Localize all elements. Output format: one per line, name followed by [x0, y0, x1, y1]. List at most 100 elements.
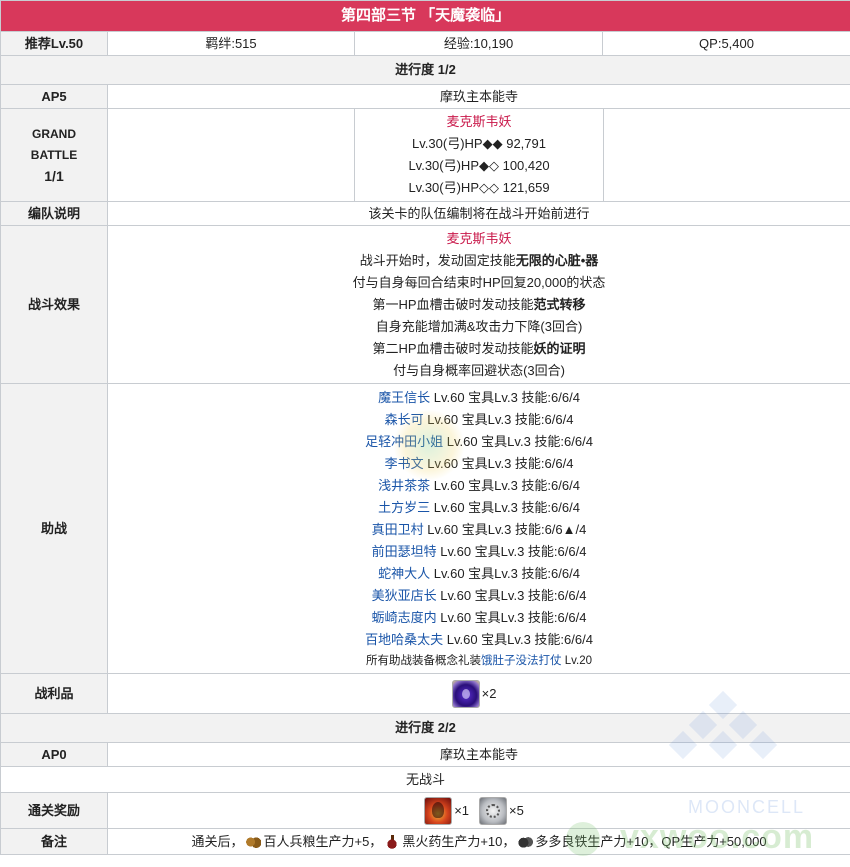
support-row: 足轻冲田小姐 Lv.60 宝具Lv.3 技能:6/6/4: [108, 431, 850, 453]
gunpowder-icon: [384, 835, 401, 850]
support-row: 土方岁三 Lv.60 宝具Lv.3 技能:6/6/4: [108, 497, 850, 519]
effect-line-1-text: 战斗开始时，发动固定技能: [359, 252, 516, 268]
effect-line-1: 战斗开始时，发动固定技能无限的心脏•器: [108, 250, 850, 272]
enemy-hp-3: Lv.30(弓)HP◇◇ 121,659: [408, 180, 550, 195]
notes-cell: 通关后， 百人兵粮生产力+5， 黑火药生产力+10， 多多良铁生产力+10，QP生产力…: [106, 828, 850, 855]
effect-line-5: 第二HP血槽击破时发动技能妖的证明: [108, 338, 850, 360]
effect-line-5-text: 第二HP血槽击破时发动技能: [372, 340, 534, 356]
formation-text: 该关卡的队伍编制将在战斗开始前进行: [106, 201, 850, 226]
support-row: 魔王信长 Lv.60 宝具Lv.3 技能:6/6/4: [108, 387, 850, 409]
no-battle-text: 无战斗: [0, 766, 850, 793]
qp-value: QP:5,400: [601, 31, 850, 56]
ap-cost-2: AP0: [0, 742, 108, 767]
enemy-hp-1: Lv.30(弓)HP◆◆ 92,791: [412, 136, 546, 151]
quest-location-2: 摩玖主本能寺: [106, 742, 850, 767]
reward-1-count: ×1: [454, 802, 470, 818]
gem-item-icon[interactable]: [451, 679, 480, 708]
skill-paradigm-shift: 范式转移: [533, 296, 586, 312]
support-servant-link[interactable]: 浅井茶茶: [378, 478, 430, 493]
support-row: 真田卫村 Lv.60 宝具Lv.3 技能:6/6▲/4: [108, 519, 850, 541]
drops-cell: ×2: [106, 673, 850, 714]
enemy-box: 麦克斯韦妖 Lv.30(弓)HP◆◆ 92,791 Lv.30(弓)HP◆◇ 1…: [354, 109, 605, 201]
support-stats: Lv.60 宝具Lv.3 技能:6/6/4: [430, 389, 580, 405]
support-stats: Lv.60 宝具Lv.3 技能:6/6/4: [430, 477, 580, 493]
notes-label: 备注: [0, 828, 108, 855]
formation-label: 编队说明: [0, 201, 108, 226]
support-row: 百地哈桑太夫 Lv.60 宝具Lv.3 技能:6/6/4: [108, 629, 850, 651]
support-ce-link[interactable]: 饿肚子没法打仗: [481, 655, 562, 667]
exp-value: 经验:10,190: [354, 31, 603, 56]
notes-gunpowder: 黑火药生产力+10，: [402, 833, 516, 849]
notes-rice: 百人兵粮生产力+5，: [263, 833, 383, 849]
support-stats: Lv.60 宝具Lv.3 技能:6/6/4: [443, 631, 593, 647]
support-row: 蛎崎志度内 Lv.60 宝具Lv.3 技能:6/6/4: [108, 607, 850, 629]
support-servant-link[interactable]: 蛎崎志度内: [372, 610, 437, 625]
skill-proof-of-yokai: 妖的证明: [533, 340, 586, 356]
support-row: 美狄亚店长 Lv.60 宝具Lv.3 技能:6/6/4: [108, 585, 850, 607]
support-servant-link[interactable]: 森长可: [385, 412, 424, 427]
support-servant-link[interactable]: 足轻冲田小姐: [365, 434, 443, 449]
quest-location-1: 摩玖主本能寺: [106, 84, 850, 109]
notes-iron-qp: 多多良铁生产力+10，QP生产力+50,000: [535, 833, 767, 849]
drop-count: ×2: [481, 685, 497, 701]
support-row: 蛇神大人 Lv.60 宝具Lv.3 技能:6/6/4: [108, 563, 850, 585]
support-stats: Lv.60 宝具Lv.3 技能:6/6/4: [436, 543, 587, 559]
battle-label: GRAND BATTLE 1/1: [0, 108, 108, 202]
support-stats: Lv.60 宝具Lv.3 技能:6/6/4: [423, 455, 574, 471]
support-stats: Lv.60 宝具Lv.3 技能:6/6/4: [430, 499, 580, 515]
effect-line-3: 第一HP血槽击破时发动技能范式转移: [108, 294, 850, 316]
support-servant-link[interactable]: 李书文: [385, 456, 424, 471]
support-cell: 魔王信长 Lv.60 宝具Lv.3 技能:6/6/4 森长可 Lv.60 宝具Lv…: [106, 383, 850, 674]
support-stats: Lv.60 宝具Lv.3 技能:6/6/4: [443, 433, 593, 449]
effect-line-3-text: 第一HP血槽击破时发动技能: [372, 296, 534, 312]
battle-label-line-1: GRAND: [32, 126, 76, 141]
support-stats: Lv.60 宝具Lv.3 技能:6/6/4: [436, 587, 587, 603]
enemy-hp-2: Lv.30(弓)HP◆◇ 100,420: [408, 158, 550, 173]
recommend-level: 推荐Lv.50: [0, 31, 108, 56]
reward-label: 通关奖励: [0, 792, 108, 829]
battle-label-line-2: BATTLE: [30, 147, 78, 162]
effects-enemy-name[interactable]: 麦克斯韦妖: [108, 228, 850, 250]
support-ce-prefix: 所有助战装备概念礼装: [366, 654, 482, 667]
battle-label-line-3: 1/1: [44, 167, 64, 184]
support-stats: Lv.60 宝具Lv.3 技能:6/6/4: [423, 411, 574, 427]
support-servant-link[interactable]: 前田瑟坦特: [372, 544, 437, 559]
bond-value: 羁绊:515: [107, 31, 355, 56]
support-row: 前田瑟坦特 Lv.60 宝具Lv.3 技能:6/6/4: [108, 541, 850, 563]
support-servant-link[interactable]: 土方岁三: [378, 500, 430, 515]
support-servant-link[interactable]: 百地哈桑太夫: [365, 632, 443, 647]
support-stats: Lv.60 宝具Lv.3 技能:6/6/4: [430, 565, 580, 581]
support-servant-link[interactable]: 真田卫村: [372, 522, 424, 537]
progress-2-header: 进行度 2/2: [0, 713, 850, 743]
effects-cell: 麦克斯韦妖 战斗开始时，发动固定技能无限的心脏•器 付与自身每回合结束时HP回复…: [106, 225, 850, 384]
drops-label: 战利品: [0, 673, 108, 714]
quest-title: 第四部三节 「天魔袭临」: [0, 0, 850, 32]
support-row: 李书文 Lv.60 宝具Lv.3 技能:6/6/4: [108, 453, 850, 475]
iron-icon: [517, 835, 534, 850]
effect-line-4: 自身充能增加满&攻击力下降(3回合): [375, 318, 583, 334]
reward-2-count: ×5: [509, 802, 524, 818]
support-servant-link[interactable]: 魔王信长: [378, 390, 430, 405]
silver-material-icon[interactable]: [479, 796, 508, 825]
support-row: 浅井茶茶 Lv.60 宝具Lv.3 技能:6/6/4: [108, 475, 850, 497]
effect-line-2: 付与自身每回合结束时HP回复20,000的状态: [352, 274, 606, 290]
enemy-name[interactable]: 麦克斯韦妖: [355, 111, 603, 133]
servant-portrait-icon[interactable]: [424, 796, 453, 825]
ap-cost-1: AP5: [0, 84, 108, 109]
support-row: 森长可 Lv.60 宝具Lv.3 技能:6/6/4: [108, 409, 850, 431]
notes-prefix: 通关后，: [191, 833, 244, 849]
rice-icon: [245, 835, 262, 850]
support-servant-link[interactable]: 美狄亚店长: [372, 588, 437, 603]
effect-line-6: 付与自身概率回避状态(3回合): [393, 362, 565, 378]
reward-cell: ×1 ×5: [106, 792, 850, 829]
support-stats: Lv.60 宝具Lv.3 技能:6/6▲/4: [423, 521, 587, 537]
effects-label: 战斗效果: [0, 225, 108, 384]
support-stats: Lv.60 宝具Lv.3 技能:6/6/4: [436, 609, 587, 625]
enemy-cell: 麦克斯韦妖 Lv.30(弓)HP◆◆ 92,791 Lv.30(弓)HP◆◇ 1…: [106, 108, 850, 202]
progress-1-header: 进行度 1/2: [0, 55, 850, 85]
support-servant-link[interactable]: 蛇神大人: [378, 566, 430, 581]
support-ce-level: Lv.20: [561, 654, 593, 667]
skill-infinite-heart: 无限的心脏•器: [515, 252, 599, 268]
support-ce-line: 所有助战装备概念礼装饿肚子没法打仗 Lv.20: [108, 651, 850, 671]
quest-table: 第四部三节 「天魔袭临」 推荐Lv.50 羁绊:515 经验:10,190 QP…: [0, 0, 850, 855]
